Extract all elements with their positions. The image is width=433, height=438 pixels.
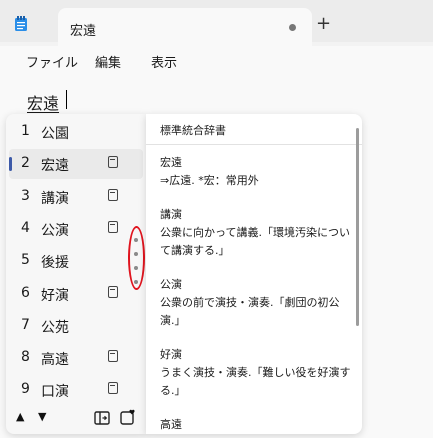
candidate-number: 8 — [21, 349, 30, 366]
dictionary-book-icon — [108, 285, 118, 298]
candidate-row[interactable]: 2 宏遠 — [9, 149, 143, 180]
candidate-row[interactable]: 7 公苑 — [9, 311, 143, 341]
selection-indicator — [9, 157, 12, 172]
dictionary-entry: 講演公衆に向かって講義.「環境汚染について講演する.」 — [160, 206, 356, 260]
candidate-row[interactable]: 9 口演 — [9, 375, 143, 405]
candidate-number: 6 — [21, 284, 30, 301]
entry-headword: 講演 — [160, 208, 182, 221]
candidate-word: 宏遠 — [41, 158, 69, 175]
menu-file[interactable]: ファイル — [26, 52, 78, 71]
candidate-number: 5 — [21, 252, 30, 269]
entry-headword: 公演 — [160, 278, 182, 291]
entry-headword: 高遠 — [160, 418, 182, 431]
ime-candidate-window: 9 口演 8 高遠 7 公苑 6 好演 5 後援 4 公演 3 講演 2 宏遠 1 公園 ▲ ▼ — [6, 114, 146, 434]
title-bar: 宏遠 + — [0, 0, 433, 46]
candidate-row[interactable]: 6 好演 — [9, 279, 143, 309]
candidate-word: 高遠 — [41, 352, 69, 369]
dictionary-entry: 好演うまく演技・演奏.「難しい役を好演する.」 — [160, 346, 356, 400]
expand-table-view-icon[interactable] — [94, 411, 110, 425]
dictionary-book-icon — [108, 350, 118, 363]
candidate-word: 公苑 — [41, 319, 69, 336]
candidate-number: 7 — [21, 316, 30, 333]
document-tab[interactable]: 宏遠 — [58, 8, 312, 46]
candidate-word: 講演 — [41, 190, 69, 207]
candidate-row[interactable]: 4 公演 — [9, 214, 143, 244]
menu-bar: ファイル 編集 表示 — [0, 46, 433, 76]
entry-definition: ⇒広遠. *宏：常用外 — [160, 174, 259, 187]
dictionary-entry: 公演公衆の前で演技・演奏.「劇団の初公演.」 — [160, 276, 356, 330]
candidate-number: 4 — [21, 219, 30, 236]
notepad-app-icon — [15, 16, 27, 31]
candidate-number: 9 — [21, 381, 30, 398]
candidate-word: 後援 — [41, 255, 69, 272]
dictionary-title: 標準統合辞書 — [160, 124, 226, 137]
dictionary-entry: 高遠 — [160, 416, 356, 434]
candidate-number: 1 — [21, 123, 30, 139]
dictionary-book-icon — [108, 188, 118, 201]
dictionary-book-icon — [108, 220, 118, 233]
dictionary-book-icon — [108, 382, 118, 395]
candidate-word: 好演 — [41, 287, 69, 304]
candidate-word: 公園 — [41, 126, 69, 142]
new-tab-plus-icon[interactable]: + — [316, 15, 331, 33]
candidate-row[interactable]: 5 後援 — [9, 246, 143, 276]
candidate-row[interactable]: 3 講演 — [9, 182, 143, 212]
text-caret — [66, 90, 67, 109]
entry-definition: 公衆に向かって講義.「環境汚染について講演する.」 — [160, 226, 350, 257]
candidate-footer: ▲ ▼ — [6, 406, 146, 432]
menu-edit[interactable]: 編集 — [95, 52, 121, 71]
page-down-button[interactable]: ▼ — [38, 410, 46, 423]
highlight-annotation-oval — [128, 226, 145, 290]
emoji-panel-icon[interactable] — [120, 409, 138, 425]
dictionary-book-icon — [108, 156, 118, 169]
candidate-row[interactable]: 1 公園 — [9, 117, 143, 147]
candidate-word: 公演 — [41, 222, 69, 239]
entry-definition: 公衆の前で演技・演奏.「劇団の初公演.」 — [160, 296, 340, 327]
unsaved-indicator-icon[interactable] — [289, 24, 296, 31]
menu-view[interactable]: 表示 — [151, 52, 177, 71]
page-up-button[interactable]: ▲ — [16, 410, 24, 423]
candidate-number: 3 — [21, 187, 30, 204]
tab-title: 宏遠 — [70, 24, 97, 39]
dictionary-divider — [146, 144, 362, 145]
candidate-word: 口演 — [41, 384, 69, 401]
candidate-number: 2 — [21, 155, 30, 172]
entry-definition: うまく演技・演奏.「難しい役を好演する.」 — [160, 366, 351, 397]
dictionary-scrollbar[interactable] — [356, 128, 359, 326]
composition-text: 宏遠 — [27, 94, 60, 113]
entry-headword: 宏遠 — [160, 156, 182, 169]
candidate-row[interactable]: 8 高遠 — [9, 343, 143, 373]
entry-headword: 好演 — [160, 348, 182, 361]
dictionary-panel: 標準統合辞書 宏遠 ⇒広遠. *宏：常用外 講演公衆に向かって講義.「環境汚染につい… — [146, 114, 362, 434]
dictionary-entry: 宏遠 ⇒広遠. *宏：常用外 — [160, 154, 356, 190]
